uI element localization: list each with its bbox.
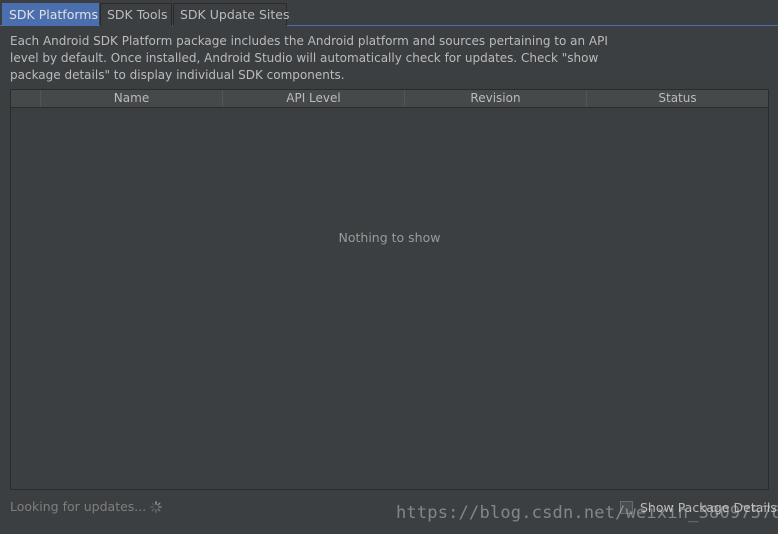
tab-sdk-platforms[interactable]: SDK Platforms <box>2 3 99 26</box>
sdk-platforms-table[interactable]: Name API Level Revision Status Nothing t… <box>10 89 769 490</box>
column-header-api-level[interactable]: API Level <box>223 90 405 107</box>
column-header-revision[interactable]: Revision <box>405 90 587 107</box>
tab-sdk-tools[interactable]: SDK Tools <box>100 3 172 26</box>
loading-spinner-icon <box>150 501 162 513</box>
table-header: Name API Level Revision Status <box>11 90 768 108</box>
empty-table-message: Nothing to show <box>338 230 441 245</box>
column-header-status[interactable]: Status <box>587 90 768 107</box>
status-text: Looking for updates... <box>10 499 147 514</box>
watermark-text: https://blog.csdn.net/weixin_38097576 <box>396 503 778 523</box>
tab-sdk-update-sites[interactable]: SDK Update Sites <box>173 3 290 26</box>
column-header-name[interactable]: Name <box>41 90 223 107</box>
column-header-checkbox[interactable] <box>11 90 41 107</box>
platforms-description: Each Android SDK Platform package includ… <box>10 34 608 82</box>
tab-bar: SDK Platforms SDK Tools SDK Update Sites <box>0 0 778 26</box>
